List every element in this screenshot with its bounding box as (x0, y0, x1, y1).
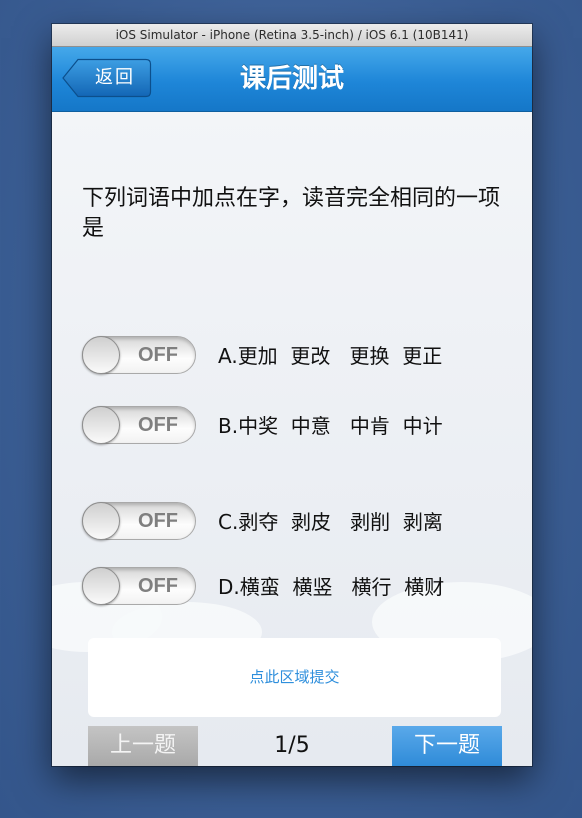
switch-state-label: OFF (138, 344, 178, 366)
simulator-window: iOS Simulator - iPhone (Retina 3.5-inch)… (52, 24, 532, 766)
question-text: 下列词语中加点在字，读音完全相同的一项是 (82, 186, 501, 241)
option-c-label: C.剥夺 剥皮 剥削 剥离 (218, 510, 443, 534)
option-d-switch[interactable]: OFF (82, 567, 196, 605)
previous-question-button[interactable]: 上一题 (88, 726, 198, 766)
option-c: OFF C.剥夺 剥皮 剥削 剥离 (82, 502, 512, 542)
option-c-switch[interactable]: OFF (82, 502, 196, 540)
page-indicator: 1/5 (274, 733, 310, 758)
quiz-content: 下列词语中加点在字，读音完全相同的一项是 OFF A.更加 更改 更换 更正 O… (52, 112, 532, 766)
navigation-bar: 返回 课后测试 (52, 47, 532, 112)
simulator-title-bar: iOS Simulator - iPhone (Retina 3.5-inch)… (52, 24, 532, 47)
option-d: OFF D.横蛮 横竖 横行 横财 (82, 567, 512, 607)
switch-knob (82, 567, 120, 605)
back-button[interactable]: 返回 (62, 58, 152, 98)
option-a-label: A.更加 更改 更换 更正 (218, 344, 443, 368)
option-b-label: B.中奖 中意 中肯 中计 (218, 414, 443, 438)
next-question-button[interactable]: 下一题 (392, 726, 502, 766)
switch-knob (82, 406, 120, 444)
page-title: 课后测试 (239, 64, 344, 94)
switch-state-label: OFF (138, 575, 178, 597)
desktop: iOS Simulator - iPhone (Retina 3.5-inch)… (0, 0, 582, 818)
option-b: OFF B.中奖 中意 中肯 中计 (82, 406, 512, 446)
switch-knob (82, 336, 120, 374)
submit-area[interactable]: 点此区域提交 (88, 638, 501, 717)
back-button-label: 返回 (95, 67, 135, 88)
switch-knob (82, 502, 120, 540)
switch-state-label: OFF (138, 414, 178, 436)
option-d-label: D.横蛮 横竖 横行 横财 (218, 575, 445, 599)
switch-state-label: OFF (138, 510, 178, 532)
option-a-switch[interactable]: OFF (82, 336, 196, 374)
option-a: OFF A.更加 更改 更换 更正 (82, 336, 512, 376)
option-b-switch[interactable]: OFF (82, 406, 196, 444)
